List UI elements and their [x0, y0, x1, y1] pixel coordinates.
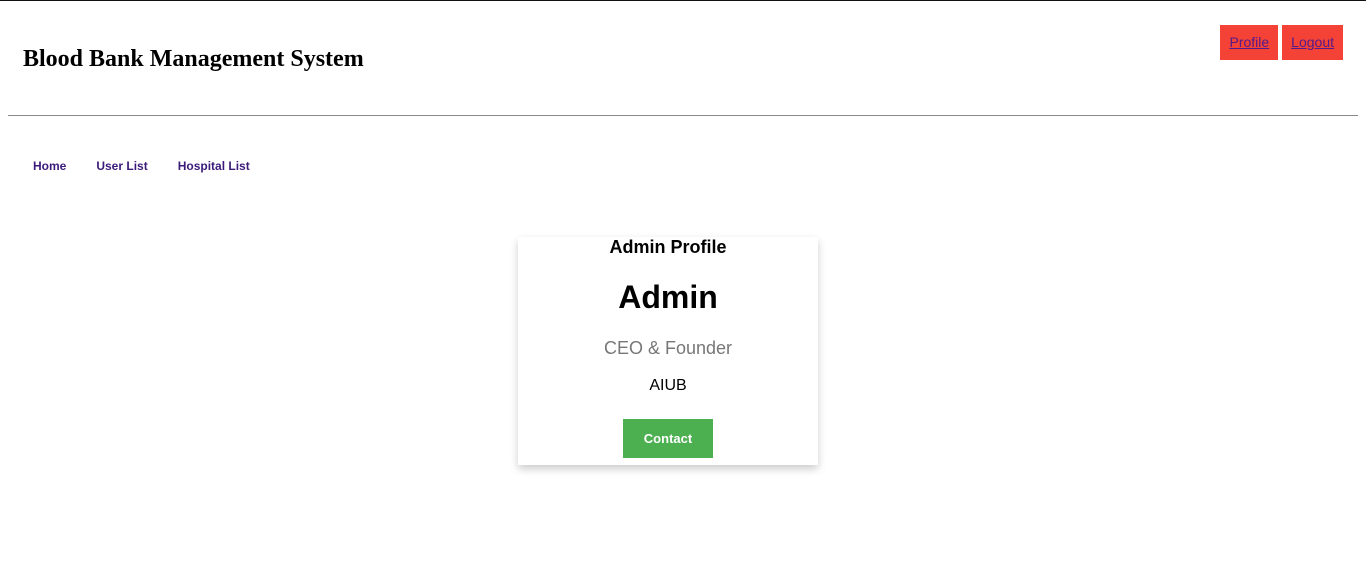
nav-item-home[interactable]: Home	[33, 159, 66, 173]
profile-button[interactable]: Profile	[1220, 25, 1279, 60]
nav-item-user-list[interactable]: User List	[96, 159, 147, 173]
header-actions: Profile Logout	[1220, 25, 1343, 60]
profile-title: CEO & Founder	[603, 338, 733, 358]
nav-item-hospital-list[interactable]: Hospital List	[178, 159, 250, 173]
header-divider	[8, 115, 1358, 116]
main-nav: Home User List Hospital List	[33, 159, 250, 173]
logout-button[interactable]: Logout	[1282, 25, 1343, 60]
profile-organization: AIUB	[649, 377, 687, 394]
site-title: Blood Bank Management System	[23, 46, 364, 72]
card-heading: Admin Profile	[609, 237, 727, 257]
profile-card: Admin Profile Admin CEO & Founder AIUB C…	[518, 237, 818, 465]
profile-name: Admin	[618, 279, 718, 315]
contact-button[interactable]: Contact	[623, 419, 713, 458]
